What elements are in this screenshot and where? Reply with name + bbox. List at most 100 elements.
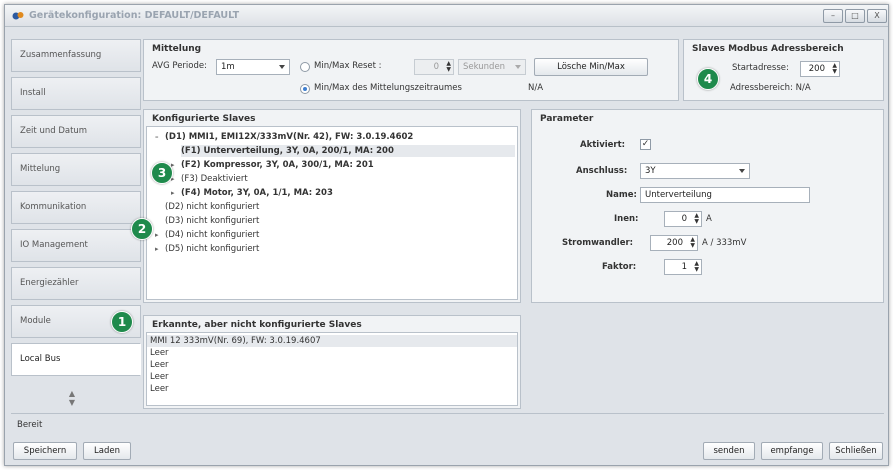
reset-value: 0 <box>433 62 439 72</box>
tree-node-f1[interactable]: (F1) Unterverteilung, 3Y, 0A, 200/1, MA:… <box>181 145 515 157</box>
tree-node-label: (D3) nicht konfiguriert <box>165 216 260 226</box>
expand-icon[interactable]: ▸ <box>155 229 165 241</box>
sidebar-item-mittelung[interactable]: Mittelung <box>11 153 141 186</box>
reset-unit-select[interactable]: Sekunden <box>458 59 526 75</box>
tree-node-label: (F4) Motor, 3Y, 0A, 1/1, MA: 203 <box>181 188 333 198</box>
start-address-label: Startadresse: <box>732 63 789 73</box>
maximize-button[interactable]: □ <box>845 9 865 23</box>
reset-value-input[interactable]: 0 ▲ ▼ <box>414 59 454 75</box>
sidebar-item-kommunikation[interactable]: Kommunikation <box>11 191 141 224</box>
sidebar-item-io-management[interactable]: IO Management <box>11 229 141 262</box>
callout-badge-3: 3 <box>151 162 173 184</box>
configured-slaves-tree: – (D1) MMI1, EMI12X/333mV(Nr. 42), FW: 3.… <box>146 126 518 300</box>
stromwandler-input[interactable]: 200 ▲ ▼ <box>650 235 698 251</box>
anschluss-select[interactable]: 3Y <box>640 163 750 179</box>
tree-node-label: (D4) nicht konfiguriert <box>165 230 260 240</box>
inen-unit: A <box>706 214 712 224</box>
sidebar-item-install[interactable]: Install <box>11 77 141 110</box>
tree-node-label: (F3) Deaktiviert <box>181 174 248 184</box>
start-address-input[interactable]: 200 ▲ ▼ <box>800 61 840 77</box>
tree-node-d4[interactable]: ▸ (D4) nicht konfiguriert <box>155 229 259 241</box>
spinner-icon[interactable]: ▲ ▼ <box>694 213 699 225</box>
divider <box>11 413 884 414</box>
load-button[interactable]: Laden <box>83 442 131 460</box>
scroll-down-icon[interactable]: ▼ <box>65 398 79 407</box>
detected-slaves-title: Erkannte, aber nicht konfigurierte Slave… <box>152 320 362 330</box>
callout-badge-2: 2 <box>131 218 153 240</box>
chevron-down-icon <box>739 169 745 173</box>
callout-badge-1: 1 <box>111 311 133 333</box>
collapse-icon[interactable]: – <box>155 131 165 143</box>
tree-node-label: (D2) nicht konfiguriert <box>165 202 260 212</box>
callout-badge-4: 4 <box>697 68 719 90</box>
name-label: Name: <box>606 190 637 200</box>
send-button[interactable]: senden <box>703 442 755 460</box>
anschluss-label: Anschluss: <box>576 166 628 176</box>
address-range-label: Adressbereich: N/A <box>730 83 811 93</box>
minimize-button[interactable]: – <box>823 9 843 23</box>
list-item[interactable]: Leer <box>150 384 169 396</box>
sidebar-scroll-arrows[interactable]: ▲ ▼ <box>65 389 79 407</box>
minmax-reset-radio[interactable] <box>300 62 310 72</box>
inen-input[interactable]: 0 ▲ ▼ <box>664 211 702 227</box>
tree-node-f4[interactable]: ▸ (F4) Motor, 3Y, 0A, 1/1, MA: 203 <box>171 187 333 199</box>
spinner-icon[interactable]: ▲ ▼ <box>446 61 451 73</box>
detected-slaves-list: MMI 12 333mV(Nr. 69), FW: 3.0.19.4607 Le… <box>146 332 518 406</box>
receive-button[interactable]: empfange <box>761 442 823 460</box>
sidebar-item-zeit-und-datum[interactable]: Zeit und Datum <box>11 115 141 148</box>
close-window-button[interactable]: X <box>867 9 887 23</box>
chevron-down-icon <box>279 65 285 69</box>
sidebar-item-zusammenfassung[interactable]: Zusammenfassung <box>11 39 141 72</box>
tree-node-f2[interactable]: ▸ (F2) Kompressor, 3Y, 0A, 300/1, MA: 201 <box>171 159 374 171</box>
title-bar: Gerätekonfiguration: DEFAULT/DEFAULT – □… <box>5 5 888 27</box>
avg-periode-value: 1m <box>221 62 235 72</box>
inen-label: Inen: <box>614 214 639 224</box>
device-config-window: Gerätekonfiguration: DEFAULT/DEFAULT – □… <box>4 4 889 466</box>
stromwandler-value: 200 <box>666 238 683 248</box>
configured-slaves-panel: Konfigurierte Slaves – (D1) MMI1, EMI12X/… <box>143 109 521 303</box>
window-title: Gerätekonfiguration: DEFAULT/DEFAULT <box>29 10 240 21</box>
tree-node-d1[interactable]: – (D1) MMI1, EMI12X/333mV(Nr. 42), FW: 3.… <box>155 131 413 143</box>
start-address-value: 200 <box>808 64 825 74</box>
reset-unit-value: Sekunden <box>463 62 506 72</box>
spinner-icon[interactable]: ▲ ▼ <box>694 261 699 273</box>
expand-icon[interactable]: ▸ <box>171 187 181 199</box>
tree-node-label: (D1) MMI1, EMI12X/333mV(Nr. 42), FW: 3.0… <box>165 132 414 142</box>
close-button[interactable]: Schließen <box>829 442 883 460</box>
tree-node-d3[interactable]: (D3) nicht konfiguriert <box>155 215 259 227</box>
scroll-up-icon[interactable]: ▲ <box>65 389 79 398</box>
aktiviert-checkbox[interactable]: ✓ <box>640 139 651 150</box>
list-item[interactable]: Leer <box>150 372 169 384</box>
list-item[interactable]: MMI 12 333mV(Nr. 69), FW: 3.0.19.4607 <box>147 335 517 347</box>
expand-icon[interactable]: ▸ <box>155 243 165 255</box>
delete-minmax-button[interactable]: Lösche Min/Max <box>534 58 648 76</box>
minmax-value: N/A <box>528 83 544 93</box>
tree-node-d2[interactable]: (D2) nicht konfiguriert <box>155 201 259 213</box>
anschluss-value: 3Y <box>645 166 656 176</box>
app-logo-icon <box>12 12 24 20</box>
save-button[interactable]: Speichern <box>13 442 77 460</box>
tree-node-d5[interactable]: ▸ (D5) nicht konfiguriert <box>155 243 259 255</box>
sidebar-item-energiezaehler[interactable]: Energiezähler <box>11 267 141 300</box>
sidebar-item-local-bus[interactable]: Local Bus <box>11 343 141 376</box>
tree-node-label: (D5) nicht konfiguriert <box>165 244 260 254</box>
detected-slaves-panel: Erkannte, aber nicht konfigurierte Slave… <box>143 315 521 409</box>
avg-periode-select[interactable]: 1m <box>216 59 290 75</box>
list-item[interactable]: Leer <box>150 360 169 372</box>
parameter-title: Parameter <box>540 114 594 124</box>
faktor-value: 1 <box>681 262 687 272</box>
stromwandler-label: Stromwandler: <box>562 238 634 248</box>
spinner-icon[interactable]: ▲ ▼ <box>690 237 695 249</box>
faktor-input[interactable]: 1 ▲ ▼ <box>664 259 702 275</box>
tree-node-f3[interactable]: ▸ (F3) Deaktiviert <box>171 173 248 185</box>
minmax-mittelungszeitraum-radio[interactable] <box>300 84 310 94</box>
tree-node-label: (F2) Kompressor, 3Y, 0A, 300/1, MA: 201 <box>181 160 374 170</box>
spinner-icon[interactable]: ▲ ▼ <box>832 63 837 75</box>
faktor-label: Faktor: <box>602 262 637 272</box>
tree-node-label: (F1) Unterverteilung, 3Y, 0A, 200/1, MA:… <box>181 146 394 156</box>
parameter-panel: Parameter Aktiviert: ✓ Anschluss: 3Y Nam… <box>531 109 884 303</box>
mittelung-title: Mittelung <box>152 44 202 54</box>
list-item[interactable]: Leer <box>150 348 169 360</box>
sidebar: Zusammenfassung Install Zeit und Datum M… <box>11 39 141 415</box>
name-input[interactable]: Unterverteilung <box>640 187 810 203</box>
